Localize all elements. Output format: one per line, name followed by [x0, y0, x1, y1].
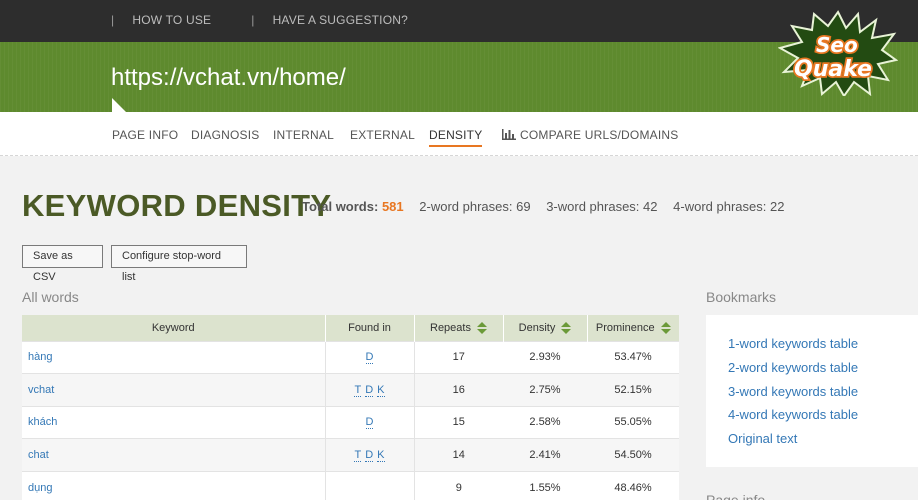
- three-word-label: 3-word phrases:: [546, 199, 640, 214]
- keyword-cell[interactable]: khách: [22, 405, 325, 439]
- bookmarks-label: Bookmarks: [706, 289, 777, 305]
- sort-icon[interactable]: [561, 321, 572, 335]
- tab-page-info[interactable]: PAGE INFO: [112, 128, 178, 142]
- bookmark-4-word[interactable]: 4-word keywords table: [728, 407, 858, 422]
- total-words-label: Total words:: [302, 199, 379, 214]
- three-word-value: 42: [643, 199, 658, 214]
- table-row: khách D 15 2.58% 55.05%: [22, 405, 679, 439]
- bookmark-3-word[interactable]: 3-word keywords table: [728, 384, 858, 399]
- table-header-row: Keyword Found in Repeats Density Promine…: [22, 315, 679, 341]
- sort-icon[interactable]: [660, 321, 671, 335]
- configure-stopword-button[interactable]: Configure stop-word list: [111, 245, 247, 283]
- found-in-cell: [324, 470, 415, 500]
- how-to-use-link[interactable]: HOW TO USE: [132, 13, 211, 27]
- density-cell: 1.55%: [503, 470, 587, 500]
- prominence-cell: 55.05%: [587, 405, 679, 439]
- prominence-cell: 54.50%: [587, 438, 679, 471]
- prominence-cell: 52.15%: [587, 373, 679, 406]
- tab-external[interactable]: EXTERNAL: [350, 128, 415, 142]
- found-in-cell: TDK: [324, 373, 415, 406]
- two-word-label: 2-word phrases:: [419, 199, 513, 214]
- repeats-cell: 9: [414, 470, 503, 500]
- table-row: dụng 9 1.55% 48.46%: [22, 470, 679, 500]
- url-notch: [112, 98, 126, 112]
- repeats-cell: 14: [414, 438, 503, 471]
- found-in-link[interactable]: D: [365, 383, 374, 397]
- found-in-link[interactable]: K: [377, 383, 385, 397]
- tab-diagnosis[interactable]: DIAGNOSIS: [191, 128, 259, 142]
- top-nav: | HOW TO USE | HAVE A SUGGESTION?: [111, 13, 408, 27]
- density-cell: 2.93%: [503, 340, 587, 374]
- logo-text-top: Seo: [816, 33, 858, 57]
- four-word-label: 4-word phrases:: [673, 199, 767, 214]
- col-repeats-label: Repeats: [430, 321, 471, 334]
- total-words-value: 581: [381, 199, 404, 214]
- page-url: https://vchat.vn/home/: [111, 64, 346, 91]
- table-row: hàng D 17 2.93% 53.47%: [22, 340, 679, 374]
- found-in-cell: D: [324, 405, 415, 439]
- found-in-link[interactable]: T: [354, 383, 362, 397]
- bookmark-1-word[interactable]: 1-word keywords table: [728, 336, 858, 351]
- col-repeats[interactable]: Repeats: [414, 315, 504, 341]
- sort-icon[interactable]: [476, 321, 487, 335]
- two-word-value: 69: [516, 199, 531, 214]
- bookmark-2-word[interactable]: 2-word keywords table: [728, 360, 858, 375]
- all-words-label: All words: [22, 289, 79, 305]
- table-row: chat TDK 14 2.41% 54.50%: [22, 438, 679, 471]
- repeats-cell: 16: [414, 373, 503, 406]
- repeats-cell: 15: [414, 405, 503, 439]
- seoquake-logo[interactable]: Seo Quake: [778, 10, 898, 96]
- page-info-heading: Page info: [706, 492, 766, 500]
- repeats-cell: 17: [414, 340, 503, 374]
- found-in-link[interactable]: D: [365, 416, 374, 430]
- nav-separator: |: [111, 13, 115, 27]
- keyword-table: Keyword Found in Repeats Density Promine…: [22, 315, 679, 500]
- logo-text-bottom: Quake: [794, 57, 872, 82]
- tab-compare-urls[interactable]: COMPARE URLS/DOMAINS: [502, 128, 678, 142]
- four-word-value: 22: [769, 199, 785, 214]
- nav-separator: |: [251, 13, 255, 27]
- save-csv-button[interactable]: Save as CSV: [22, 245, 103, 283]
- tab-bar: PAGE INFO DIAGNOSIS INTERNAL EXTERNAL DE…: [0, 112, 918, 156]
- col-found-label: Found in: [348, 321, 391, 334]
- col-keyword: Keyword: [22, 315, 326, 341]
- bookmarks-panel: 1-word keywords table 2-word keywords ta…: [706, 315, 918, 467]
- tab-internal[interactable]: INTERNAL: [273, 128, 334, 142]
- prominence-cell: 48.46%: [587, 470, 679, 500]
- keyword-cell[interactable]: chat: [22, 438, 325, 471]
- found-in-link[interactable]: D: [365, 448, 374, 462]
- density-cell: 2.58%: [503, 405, 587, 439]
- found-in-cell: TDK: [324, 438, 415, 471]
- keyword-cell[interactable]: hàng: [22, 340, 325, 374]
- found-in-link[interactable]: T: [354, 448, 362, 462]
- tab-compare-label: COMPARE URLS/DOMAINS: [520, 128, 679, 142]
- tab-density[interactable]: DENSITY: [429, 128, 483, 147]
- bar-chart-icon: [502, 129, 516, 140]
- keyword-cell[interactable]: dụng: [22, 470, 325, 500]
- density-cell: 2.75%: [503, 373, 587, 406]
- word-stats: Total words: 581 2-word phrases: 69 3-wo…: [302, 199, 784, 214]
- suggestion-link[interactable]: HAVE A SUGGESTION?: [273, 13, 408, 27]
- found-in-link[interactable]: D: [365, 351, 374, 365]
- col-keyword-label: Keyword: [151, 321, 195, 334]
- col-density[interactable]: Density: [503, 315, 588, 341]
- col-found-in: Found in: [325, 315, 415, 341]
- density-cell: 2.41%: [503, 438, 587, 471]
- col-prominence-label: Prominence: [595, 321, 655, 334]
- page-title: KEYWORD DENSITY: [22, 188, 332, 223]
- col-prominence[interactable]: Prominence: [587, 315, 679, 341]
- col-density-label: Density: [518, 321, 556, 334]
- table-row: vchat TDK 16 2.75% 52.15%: [22, 373, 679, 406]
- found-in-cell: D: [324, 340, 415, 374]
- prominence-cell: 53.47%: [587, 340, 679, 374]
- bookmark-original-text[interactable]: Original text: [728, 431, 797, 446]
- found-in-link[interactable]: K: [377, 448, 385, 462]
- keyword-cell[interactable]: vchat: [22, 373, 325, 406]
